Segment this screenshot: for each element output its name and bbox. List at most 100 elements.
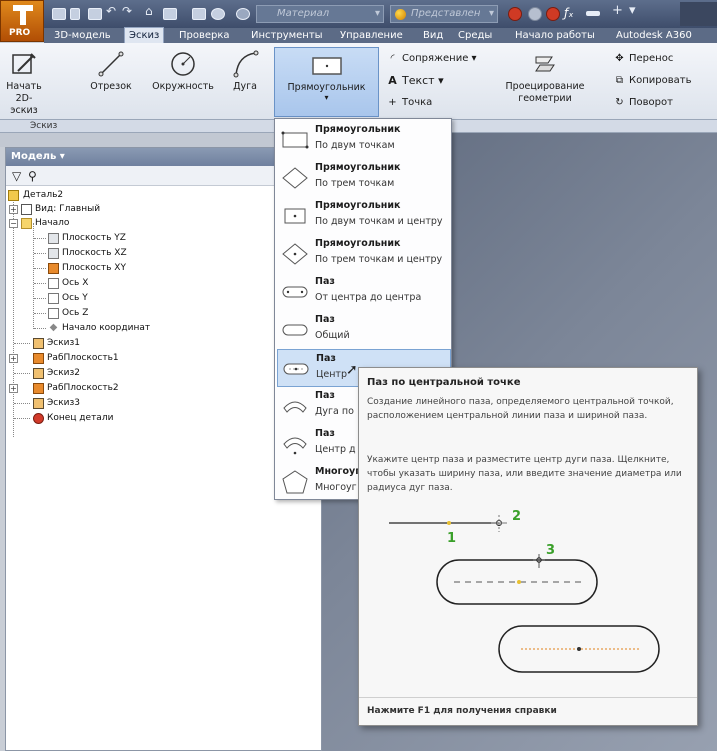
tab-tools[interactable]: Инструменты — [251, 28, 323, 43]
appearance-icon — [395, 9, 406, 20]
menu-item-slot-center-to-center[interactable]: Паз От центра до центра — [277, 273, 451, 311]
expand-icon[interactable]: + — [9, 354, 18, 363]
tab-environments[interactable]: Среды — [458, 28, 492, 43]
tree-item-workplane2[interactable]: + РабПлоскость2 — [6, 381, 306, 396]
fillet-button[interactable]: ◜ Сопряжение ▾ — [386, 51, 477, 66]
arc-button[interactable]: Дуга — [225, 49, 265, 93]
slot-center-point-icon — [283, 363, 309, 375]
tab-manage[interactable]: Управление — [340, 28, 403, 43]
save-icon[interactable] — [88, 8, 102, 20]
menu-item-rect-three-point-center[interactable]: Прямоугольник По трем точкам и центру — [277, 235, 451, 273]
logo-text: PRO — [9, 28, 31, 38]
tree-item-part[interactable]: Деталь2 — [6, 188, 306, 203]
menu-item-rect-three-point[interactable]: Прямоугольник По трем точкам — [277, 159, 451, 197]
tab-a360[interactable]: Autodesk A360 — [616, 28, 692, 43]
tab-sketch[interactable]: Эскиз — [124, 27, 165, 44]
rectangle-button[interactable]: Прямоугольник ▾ — [274, 47, 379, 117]
rect-three-point-icon — [282, 167, 308, 189]
slot-center-arc-icon — [283, 437, 307, 455]
tab-inspect[interactable]: Проверка — [179, 28, 230, 43]
start-sketch-button[interactable]: Начать 2D-эскиз — [4, 49, 44, 117]
tree-item-sketch1[interactable]: Эскиз1 — [6, 336, 306, 351]
move-button[interactable]: ✥ Перенос — [613, 51, 673, 66]
origin-point-icon: ◆ — [49, 322, 58, 333]
tree-item-view[interactable]: + Вид: Главный — [6, 202, 306, 217]
undo-icon[interactable]: ↶ — [106, 4, 116, 18]
sketch-icon — [33, 338, 44, 349]
text-button[interactable]: A Текст ▾ — [386, 73, 443, 88]
line-button[interactable]: Отрезок — [86, 49, 136, 93]
open-icon[interactable] — [70, 8, 80, 20]
point-icon: + — [388, 97, 397, 108]
tree-item-axis-y[interactable]: Ось Y — [6, 291, 306, 306]
redo-icon[interactable]: ↷ — [122, 4, 132, 18]
rectangle-label: Прямоугольник — [287, 82, 366, 93]
app-menu-button[interactable]: PRO — [0, 0, 44, 42]
mouse-cursor-icon: ➚ — [346, 362, 358, 378]
menu-item-slot-overall[interactable]: Паз Общий — [277, 311, 451, 349]
line-icon — [98, 51, 124, 77]
adjust-icon[interactable] — [528, 7, 542, 21]
dropdown-arrow-icon: ▾ — [324, 93, 329, 102]
collapse-icon[interactable]: − — [9, 219, 18, 228]
expand-icon[interactable]: + — [9, 384, 18, 393]
menu-item-rect-two-point[interactable]: Прямоугольник По двум точкам — [277, 121, 451, 159]
customize-icon[interactable]: ▾ — [629, 3, 643, 18]
arc-label: Дуга — [233, 81, 257, 92]
tooltip-description: Создание линейного паза, определяемого ц… — [367, 397, 674, 421]
tree-item-axis-x[interactable]: Ось X — [6, 276, 306, 291]
material-combo[interactable]: Материал ▾ — [256, 5, 384, 23]
tree-item-plane-xy[interactable]: Плоскость XY — [6, 261, 306, 276]
new-file-icon[interactable] — [52, 8, 66, 20]
home-icon[interactable]: ⌂ — [145, 4, 159, 18]
clear-override-icon[interactable] — [508, 7, 522, 21]
plane-icon — [48, 248, 59, 259]
appearance-combo[interactable]: Представлен ▾ — [390, 5, 498, 23]
tree-item-axis-z[interactable]: Ось Z — [6, 306, 306, 321]
step-2-label: 2 — [512, 509, 521, 524]
title-bar: ↶ ↷ ⌂ Материал ▾ Представлен ▾ ƒₓ + ▾ — [0, 0, 717, 28]
tree-item-origin[interactable]: − Начало — [6, 216, 306, 231]
fx-icon[interactable]: ƒₓ — [564, 6, 574, 20]
tree-item-origin-point[interactable]: ◆ Начало координат — [6, 321, 306, 336]
tree-item-workplane1[interactable]: + РабПлоскость1 — [6, 351, 306, 366]
slot-center-to-center-icon — [282, 286, 308, 298]
tab-get-started[interactable]: Начало работы — [515, 28, 595, 43]
sketch-group-label: Эскиз — [30, 121, 58, 131]
appearance-adjust-icon[interactable] — [546, 7, 560, 21]
toolbar-separator-icon — [586, 11, 600, 16]
tab-3d-model[interactable]: 3D-модель — [54, 28, 111, 43]
part-icon — [8, 190, 19, 201]
copy-button[interactable]: ⧉ Копировать — [613, 73, 692, 88]
rotate-button[interactable]: ↻ Поворот — [613, 95, 673, 110]
tree-item-sketch2[interactable]: Эскиз2 — [6, 366, 306, 381]
tooltip-title: Паз по центральной точке — [367, 377, 521, 388]
point-button[interactable]: + Точка — [386, 95, 432, 110]
tooltip-help-hint: Нажмите F1 для получения справки — [359, 697, 697, 724]
search-icon[interactable]: ⚲ — [28, 169, 37, 183]
plane-icon — [48, 233, 59, 244]
menu-item-rect-two-point-center[interactable]: Прямоугольник По двум точкам и центру — [277, 197, 451, 235]
select-icon[interactable] — [163, 8, 177, 20]
expand-icon[interactable]: + — [9, 205, 18, 214]
sketch-icon — [33, 398, 44, 409]
end-of-part-icon — [33, 413, 44, 424]
view-icon — [21, 204, 32, 215]
tree-item-plane-yz[interactable]: Плоскость YZ — [6, 231, 306, 246]
filter-icon[interactable]: ▽ — [12, 169, 21, 183]
tab-view[interactable]: Вид — [423, 28, 443, 43]
project-geometry-button[interactable]: Проецирование геометрии — [504, 49, 586, 105]
circle-button[interactable]: Окружность — [148, 49, 218, 93]
color-icon[interactable] — [236, 8, 250, 20]
plane-active-icon — [48, 263, 59, 274]
step-3-label: 3 — [546, 543, 555, 558]
tree-item-sketch3[interactable]: Эскиз3 — [6, 396, 306, 411]
workplane-icon — [33, 353, 44, 364]
tree-item-plane-xz[interactable]: Плоскость XZ — [6, 246, 306, 261]
plus-icon[interactable]: + — [612, 3, 626, 18]
tree-item-end-of-part[interactable]: Конец детали — [6, 411, 306, 426]
update-icon[interactable] — [192, 8, 206, 20]
fillet-icon: ◜ — [390, 53, 395, 64]
slot-arc-icon — [283, 401, 307, 413]
measure-icon[interactable] — [211, 8, 225, 20]
